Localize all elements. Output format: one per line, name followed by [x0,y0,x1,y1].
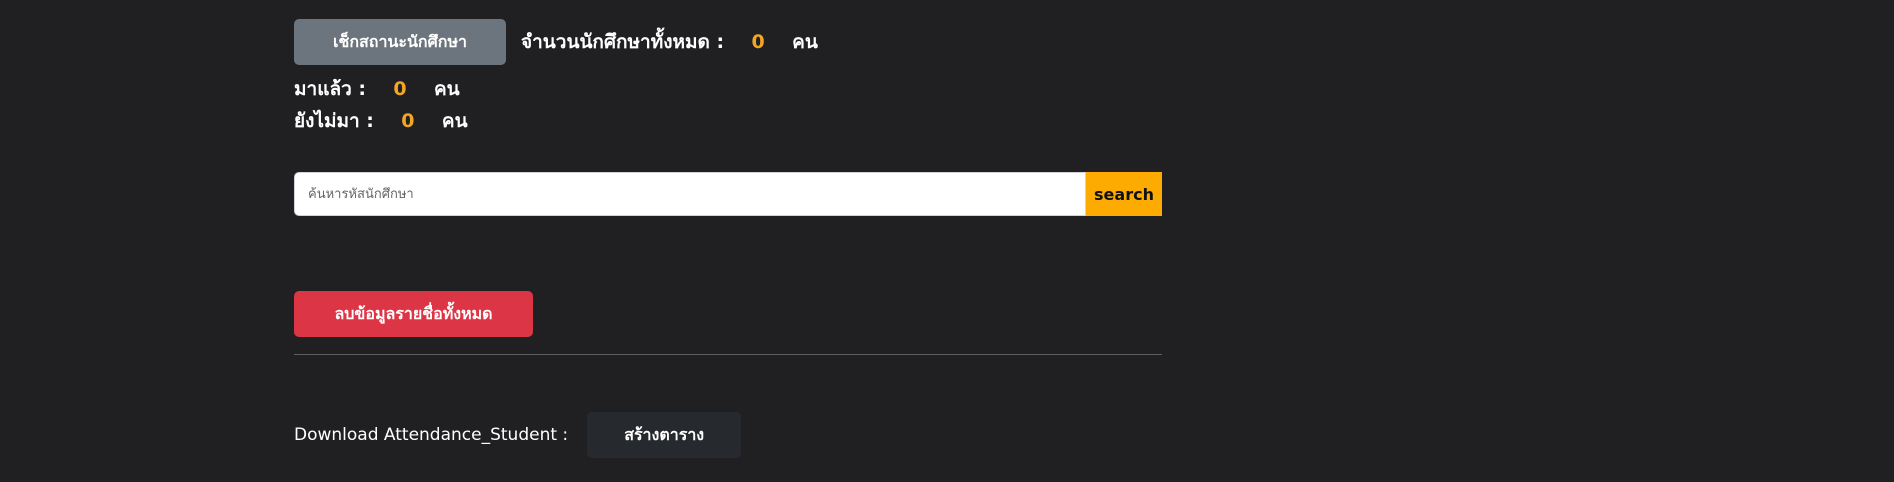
delete-all-records-button[interactable]: ลบข้อมูลรายชื่อทั้งหมด [294,291,533,337]
total-students-unit: คน [792,31,818,53]
arrived-unit: คน [433,78,460,100]
create-table-button[interactable]: สร้างตาราง [587,412,742,458]
attendance-page: เช็กสถานะนักศึกษา จำนวนนักศึกษาทั้งหมด :… [0,0,1894,482]
download-row: Download Attendance_Student : สร้างตาราง [294,412,1162,458]
student-id-search-input[interactable] [294,172,1086,216]
main-content: เช็กสถานะนักศึกษา จำนวนนักศึกษาทั้งหมด :… [294,19,1162,458]
search-bar: search [294,172,1162,216]
search-button[interactable]: search [1086,172,1162,216]
arrived-row: มาแล้ว : 0 คน [294,73,1162,105]
pending-label: ยังไม่มา : [294,110,374,132]
pending-unit: คน [441,110,468,132]
total-students-label: จำนวนนักศึกษาทั้งหมด : [521,31,725,53]
check-status-button[interactable]: เช็กสถานะนักศึกษา [294,19,506,65]
pending-row: ยังไม่มา : 0 คน [294,105,1162,137]
download-label: Download Attendance_Student : [294,425,569,445]
arrived-label: มาแล้ว : [294,78,366,100]
arrived-count: 0 [393,78,407,100]
status-row: เช็กสถานะนักศึกษา จำนวนนักศึกษาทั้งหมด :… [294,19,1162,65]
section-divider [294,354,1162,355]
total-students-count: 0 [751,31,765,53]
pending-count: 0 [401,110,415,132]
